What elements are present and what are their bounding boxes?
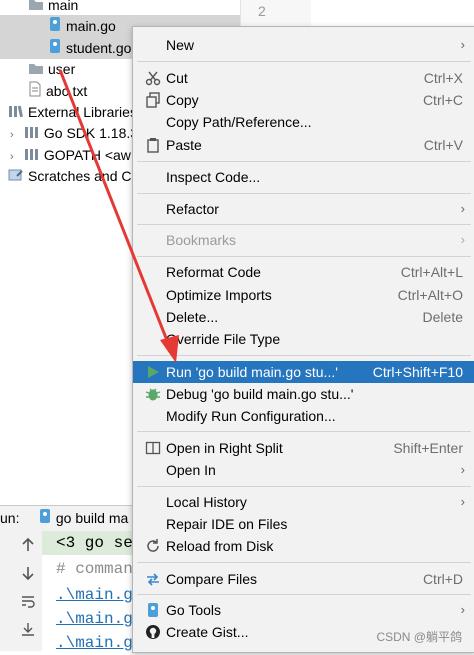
go-file-icon <box>38 507 52 532</box>
console-link[interactable]: .\main.g <box>56 631 133 655</box>
menu-item-local-history[interactable]: Local History › <box>133 491 474 513</box>
console-line: # comman <box>56 560 133 578</box>
menu-item-reload-from-disk[interactable]: Reload from Disk <box>133 535 474 557</box>
run-side-strip <box>0 531 15 651</box>
menu-item-copy-path[interactable]: Copy Path/Reference... <box>133 111 474 133</box>
menu-item-delete[interactable]: Delete... Delete <box>133 306 474 328</box>
github-icon <box>145 624 161 640</box>
menu-separator <box>137 224 471 225</box>
tree-item-scratches[interactable]: Scratches and Co <box>8 165 139 187</box>
scissors-icon <box>145 70 161 86</box>
menu-item-modify-run-config[interactable]: Modify Run Configuration... <box>133 405 474 427</box>
bug-icon <box>145 386 161 402</box>
menu-item-optimize-imports[interactable]: Optimize Imports Ctrl+Alt+O <box>133 284 474 306</box>
menu-item-open-in[interactable]: Open In › <box>133 459 474 481</box>
text-file-icon <box>28 81 42 103</box>
arrow-up-icon[interactable] <box>21 537 35 556</box>
run-toolbar <box>14 531 43 651</box>
library-icon <box>24 123 40 145</box>
chevron-right-icon: › <box>460 232 465 247</box>
chevron-right-icon: › <box>460 494 465 509</box>
clipboard-icon <box>145 137 161 153</box>
chevron-right-icon: › <box>460 37 465 52</box>
console-link[interactable]: .\main.g <box>56 607 133 631</box>
arrow-down-icon[interactable] <box>21 565 35 584</box>
tree-item-external-libraries[interactable]: External Libraries <box>8 101 137 123</box>
menu-item-open-right-split[interactable]: Open in Right Split Shift+Enter <box>133 437 474 459</box>
menu-separator <box>137 486 471 487</box>
console-link[interactable]: .\main.g <box>56 583 133 607</box>
console-line: <3 go se <box>56 534 133 552</box>
menu-separator <box>137 562 471 563</box>
split-icon <box>145 440 161 456</box>
run-icon <box>145 364 161 380</box>
menu-item-debug[interactable]: Debug 'go build main.go stu...' <box>133 383 474 405</box>
menu-separator <box>137 431 471 432</box>
run-label: un: <box>0 510 20 526</box>
menu-item-inspect-code[interactable]: Inspect Code... <box>133 166 474 188</box>
compare-icon <box>145 571 161 587</box>
menu-item-run[interactable]: Run 'go build main.go stu...' Ctrl+Shift+… <box>133 361 474 383</box>
context-menu: New › Cut Ctrl+X Copy Ctrl+C Copy Path/Refe… <box>132 26 474 653</box>
scratches-icon <box>8 166 24 188</box>
menu-separator <box>137 193 471 194</box>
menu-separator <box>137 256 471 257</box>
menu-item-refactor[interactable]: Refactor › <box>133 198 474 220</box>
menu-item-override-file-type[interactable]: Override File Type <box>133 328 474 350</box>
go-file-icon <box>48 16 62 38</box>
menu-item-reformat-code[interactable]: Reformat Code Ctrl+Alt+L <box>133 261 474 283</box>
menu-item-compare-files[interactable]: Compare Files Ctrl+D <box>133 568 474 590</box>
chevron-right-icon: › <box>460 602 465 617</box>
copy-icon <box>145 92 161 108</box>
menu-separator <box>137 61 471 62</box>
chevron-right-icon[interactable]: › <box>10 124 20 146</box>
go-file-icon <box>48 38 62 60</box>
menu-item-paste[interactable]: Paste Ctrl+V <box>133 134 474 156</box>
menu-item-repair-ide[interactable]: Repair IDE on Files <box>133 513 474 535</box>
tree-item-go-sdk[interactable]: › Go SDK 1.18.3 <box>10 122 138 144</box>
menu-separator <box>137 161 471 162</box>
reload-icon <box>145 538 161 554</box>
menu-item-go-tools[interactable]: Go Tools › <box>133 599 474 621</box>
library-icon <box>24 145 40 167</box>
watermark: CSDN @躺平鸽 <box>376 630 462 644</box>
go-file-icon <box>145 602 161 618</box>
line-number: 2 <box>258 3 266 19</box>
menu-item-cut[interactable]: Cut Ctrl+X <box>133 67 474 89</box>
run-tab[interactable]: go build ma <box>38 506 128 532</box>
scroll-to-end-icon[interactable] <box>21 621 35 640</box>
soft-wrap-icon[interactable] <box>21 593 35 612</box>
tree-item-abc-txt[interactable]: abc.txt <box>28 80 87 102</box>
menu-separator <box>137 594 471 595</box>
library-icon <box>8 102 24 124</box>
tree-item-gopath[interactable]: › GOPATH <aw <box>10 144 131 166</box>
tree-item-user-folder[interactable]: user <box>28 58 75 80</box>
folder-icon <box>28 59 44 81</box>
menu-item-new[interactable]: New › <box>133 34 474 56</box>
chevron-right-icon: › <box>460 201 465 216</box>
chevron-right-icon: › <box>460 462 465 477</box>
menu-item-copy[interactable]: Copy Ctrl+C <box>133 89 474 111</box>
tree-item-main-folder[interactable]: main <box>28 0 78 16</box>
menu-separator <box>137 355 471 356</box>
menu-item-bookmarks: Bookmarks › <box>133 229 474 251</box>
